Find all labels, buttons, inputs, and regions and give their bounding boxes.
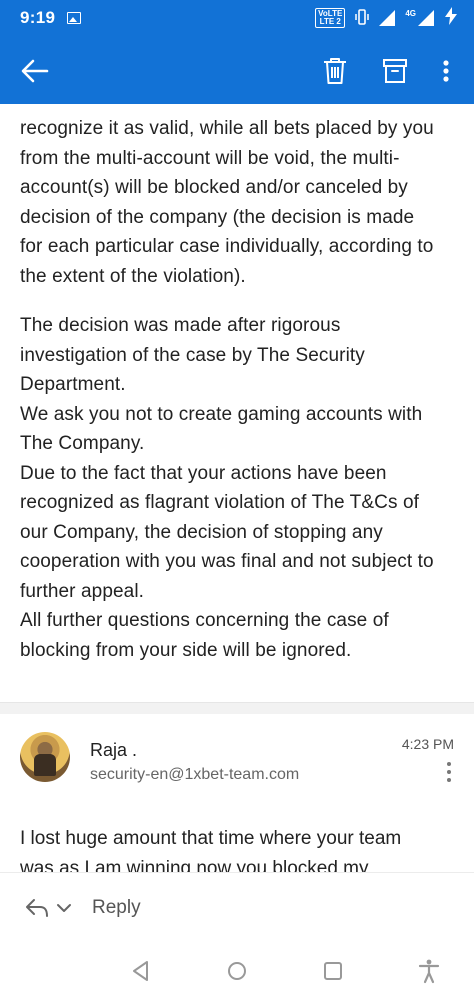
message-line: I lost huge amount that time where your …	[20, 828, 402, 849]
message-line: recognized as flagrant violation of The …	[20, 492, 419, 513]
lte-label: LTE 2	[319, 17, 341, 26]
home-circle-icon[interactable]	[224, 958, 250, 984]
reply-message-body: I lost huge amount that time where your …	[20, 824, 460, 872]
message-line: account(s) will be blocked and/or cancel…	[20, 177, 408, 198]
battery-charging-icon	[444, 6, 458, 30]
volte-icon: VoLTE LTE 2	[315, 8, 346, 28]
reply-icon[interactable]	[24, 897, 50, 919]
message-line: the extent of the violation).	[20, 265, 246, 287]
message-line: recognize it as valid, while all bets pl…	[20, 118, 434, 139]
reply-message-header[interactable]: Raja . security-en@1xbet-team.com 4:23 P…	[0, 732, 474, 792]
status-time: 9:19	[20, 8, 56, 27]
recents-square-icon[interactable]	[320, 958, 346, 984]
signal-icon-2	[418, 10, 434, 26]
sender-name: Raja .	[90, 740, 138, 760]
chevron-down-icon[interactable]	[55, 899, 73, 917]
message-line: further appeal.	[20, 580, 145, 602]
accessibility-icon[interactable]	[416, 958, 442, 984]
reply-bar: Reply	[0, 872, 474, 942]
app-bar	[0, 36, 474, 104]
more-vert-icon[interactable]	[436, 56, 456, 86]
message-time: 4:23 PM	[401, 736, 454, 752]
reply-button[interactable]: Reply	[92, 897, 141, 919]
message-body: recognize it as valid, while all bets pl…	[20, 114, 460, 665]
signal-icon	[379, 10, 396, 26]
message-line: The decision was made after rigorous	[20, 315, 341, 336]
message-paragraph-1: recognize it as valid, while all bets pl…	[20, 114, 460, 291]
network-type: 4G	[405, 8, 416, 18]
message-line: was as I am winning now you blocked my	[20, 857, 369, 873]
message-line: We ask you not to create gaming accounts…	[20, 403, 423, 425]
message-line: blocking from your side will be ignored.	[20, 639, 352, 661]
back-triangle-icon[interactable]	[128, 958, 154, 984]
message-line: All further questions concerning the cas…	[20, 610, 389, 631]
vibrate-icon	[355, 8, 370, 28]
archive-icon[interactable]	[382, 56, 408, 86]
sender-email: security-en@1xbet-team.com	[90, 766, 300, 783]
image-icon	[67, 12, 82, 24]
email-thread[interactable]: recognize it as valid, while all bets pl…	[0, 104, 474, 872]
message-more-icon[interactable]	[442, 762, 456, 786]
message-paragraph-2: The decision was made after rigorous inv…	[20, 311, 460, 665]
status-icons: VoLTE LTE 2 4G	[315, 6, 458, 30]
message-line: Due to the fact that your actions have b…	[20, 462, 387, 484]
message-divider	[0, 702, 474, 714]
trash-icon[interactable]	[322, 56, 348, 86]
message-line: The Company.	[20, 433, 145, 454]
message-line: cooperation with you was final and not s…	[20, 551, 434, 572]
avatar[interactable]	[20, 732, 70, 782]
back-arrow-icon[interactable]	[20, 56, 50, 86]
system-nav-bar	[0, 942, 474, 1000]
status-bar: 9:19 VoLTE LTE 2 4G	[0, 0, 474, 36]
message-line: investigation of the case by The Securit…	[20, 344, 365, 366]
message-line: our Company, the decision of stopping an…	[20, 521, 383, 543]
message-line: from the multi-account will be void, the…	[20, 147, 400, 169]
message-line: decision of the company (the decision is…	[20, 206, 415, 228]
message-line: for each particular case individually, a…	[20, 236, 434, 257]
message-line: Department.	[20, 374, 126, 395]
